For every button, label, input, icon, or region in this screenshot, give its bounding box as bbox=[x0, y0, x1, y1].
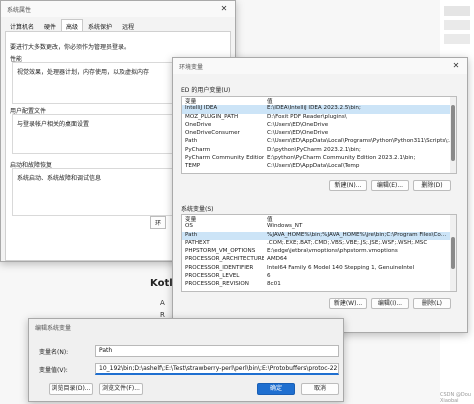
list-item[interactable]: PROCESSOR_LEVEL 6 bbox=[182, 273, 456, 281]
user-delete-button[interactable]: 删除(D) bbox=[413, 180, 451, 191]
startup-recovery-desc: 系统启动、系统故障和调试信息 bbox=[17, 175, 102, 182]
title-bar: 环境变量 ✕ bbox=[173, 58, 467, 74]
close-icon[interactable]: ✕ bbox=[219, 4, 229, 14]
variable-name-label: 变量名(N): bbox=[39, 349, 69, 356]
list-item[interactable]: PATHEXT .COM;.EXE;.BAT;.CMD;.VBS;.VBE;.JS… bbox=[182, 240, 456, 248]
list-item[interactable]: PROCESSOR_ARCHITECTURE AMD64 bbox=[182, 256, 456, 264]
title-bar: 编辑系统变量 bbox=[29, 319, 343, 335]
environment-variables-window: 环境变量 ✕ ED 的用户变量(U) 变量值 IntelliJ IDEA E:\I… bbox=[172, 57, 468, 333]
list-item[interactable]: OneDrive C:\Users\ED\OneDrive bbox=[182, 122, 456, 130]
list-header: 变量值 bbox=[185, 217, 273, 223]
user-vars-label: ED 的用户变量(U) bbox=[181, 87, 231, 94]
environment-variables-button[interactable]: 环 bbox=[150, 216, 167, 229]
list-item[interactable]: PROCESSOR_IDENTIFIER Intel64 Family 6 Mod… bbox=[182, 265, 456, 273]
variable-name-input[interactable]: Path bbox=[95, 345, 339, 357]
ok-button[interactable]: 确定 bbox=[257, 383, 295, 395]
toolbar-button[interactable] bbox=[444, 20, 470, 30]
list-header: 变量值 bbox=[185, 99, 273, 105]
toolbar-button[interactable] bbox=[444, 34, 470, 44]
list-item[interactable]: PyCharm Community Edition E:\python\PyCha… bbox=[182, 155, 456, 163]
window-title: 环境变量 bbox=[179, 63, 204, 71]
list-item[interactable]: TEMP C:\Users\ED\AppData\Local\Temp bbox=[182, 163, 456, 171]
list-item[interactable]: PHPSTORM_VM_OPTIONS E:\edge\jetbra\vmopti… bbox=[182, 248, 456, 256]
variable-value-label: 变量值(V): bbox=[39, 367, 68, 374]
list-item[interactable]: OS Windows_NT bbox=[182, 223, 456, 231]
edit-variable-dialog: 编辑系统变量 变量名(N): Path 变量值(V): 10_192\bin;D… bbox=[28, 318, 344, 402]
window-title: 编辑系统变量 bbox=[35, 324, 72, 332]
list-item[interactable]: MOZ_PLUGIN_PATH D:\Foxit PDF Reader\plugi… bbox=[182, 114, 456, 122]
user-edit-button[interactable]: 编辑(E)... bbox=[371, 180, 409, 191]
scrollbar[interactable] bbox=[450, 215, 456, 291]
list-item[interactable]: OneDriveConsumer C:\Users\ED\OneDrive bbox=[182, 130, 456, 138]
browse-file-button[interactable]: 浏览文件(F)... bbox=[99, 383, 143, 395]
system-new-button[interactable]: 新建(W)... bbox=[329, 298, 367, 309]
close-icon[interactable]: ✕ bbox=[451, 61, 461, 71]
title-bar: 系统属性 ✕ bbox=[1, 1, 235, 17]
list-item[interactable]: Path C:\Users\ED\AppData\Local\Programs\P… bbox=[182, 138, 456, 146]
cancel-button[interactable]: 取消 bbox=[301, 383, 339, 395]
scrollbar[interactable] bbox=[450, 97, 456, 173]
toolbar-button[interactable] bbox=[444, 6, 470, 16]
window-title: 系统属性 bbox=[7, 6, 32, 14]
system-vars-list[interactable]: 变量值 OS Windows_NT Path %JAVA_HOME%\bin;%JA… bbox=[181, 214, 457, 292]
system-delete-button[interactable]: 删除(L) bbox=[413, 298, 451, 309]
list-item[interactable]: Path %JAVA_HOME%\bin;%JAVA_HOME%\jre\bin;… bbox=[182, 231, 456, 240]
doc-bullet: A bbox=[160, 299, 165, 307]
list-item[interactable]: PyCharm D:\python\PyCharm 2023.2.1\bin; bbox=[182, 147, 456, 155]
admin-note: 要进行大多数更改，你必须作为管理员登录。 bbox=[10, 44, 131, 51]
scrollbar-thumb[interactable] bbox=[451, 237, 455, 269]
system-vars-label: 系统变量(S) bbox=[181, 206, 214, 213]
performance-desc: 视觉效果，处理器计划，内存使用，以及虚拟内存 bbox=[17, 69, 150, 76]
list-item[interactable]: IntelliJ IDEA E:\IDEA\IntelliJ IDEA 2023.… bbox=[182, 105, 456, 114]
system-edit-button[interactable]: 编辑(I)... bbox=[371, 298, 409, 309]
user-new-button[interactable]: 新建(N)... bbox=[329, 180, 367, 191]
variable-value-input[interactable]: 10_192\bin;D:\ashelf\;E:\Test\strawberry… bbox=[95, 363, 339, 375]
list-item[interactable]: PROCESSOR_REVISION 8c01 bbox=[182, 281, 456, 289]
browse-directory-button[interactable]: 浏览目录(D)... bbox=[49, 383, 93, 395]
user-profiles-desc: 与登录帐户相关的桌面设置 bbox=[17, 121, 90, 128]
user-vars-list[interactable]: 变量值 IntelliJ IDEA E:\IDEA\IntelliJ IDEA 2… bbox=[181, 96, 457, 174]
scrollbar-thumb[interactable] bbox=[451, 105, 455, 161]
watermark: CSDN @Dou Xiaobai bbox=[440, 392, 471, 404]
